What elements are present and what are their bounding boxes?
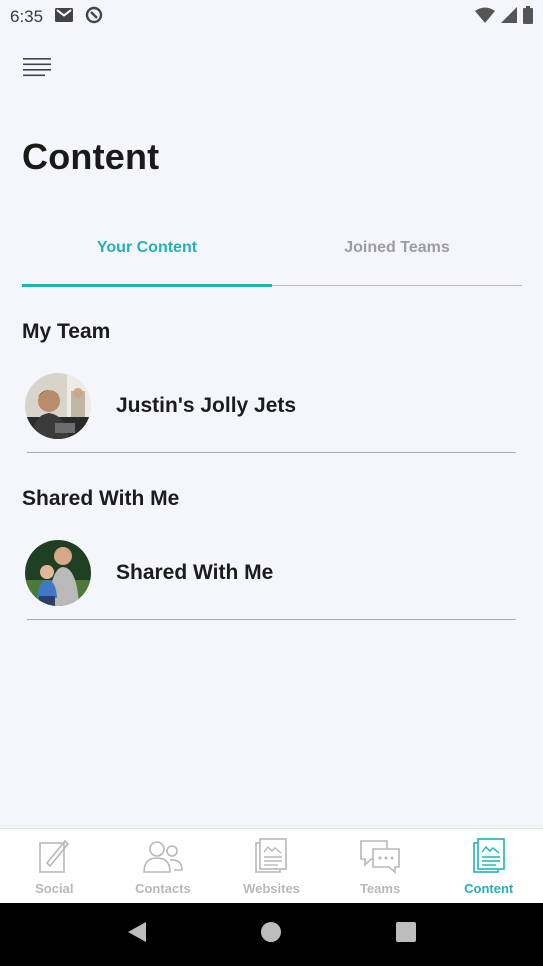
nav-label: Social [35,881,74,896]
nav-item-contacts[interactable]: Contacts [109,829,218,903]
content-tabs: Your Content Joined Teams [22,228,522,287]
page-title: Content [22,136,160,177]
recents-icon [395,921,417,948]
mail-icon [55,7,74,27]
social-icon [37,838,71,879]
back-icon [126,920,148,949]
avatar [25,540,91,606]
websites-icon [254,838,288,879]
home-button[interactable] [251,915,291,955]
menu-icon [23,57,51,82]
nav-item-content[interactable]: Content [434,829,543,903]
list-item-label: Justin's Jolly Jets [116,394,297,417]
nav-item-websites[interactable]: Websites [217,829,326,903]
avatar [25,373,91,439]
section-title-shared: Shared With Me [22,487,180,510]
back-button[interactable] [117,915,157,955]
signal-icon [501,6,517,28]
wifi-icon [475,7,495,28]
bottom-nav: Social Contacts Websites Teams Content [0,828,543,903]
section-title-my-team: My Team [22,320,111,343]
tab-your-content[interactable]: Your Content [22,228,272,285]
nav-item-social[interactable]: Social [0,829,109,903]
menu-button[interactable] [22,56,52,82]
tab-indicator [22,284,272,287]
nav-label: Teams [359,881,401,896]
teams-icon [359,838,401,879]
list-item-team[interactable]: Justin's Jolly Jets [22,364,517,448]
data-saver-icon [85,6,103,29]
tab-label: Your Content [96,239,198,256]
recents-button[interactable] [386,915,426,955]
nav-label: Contacts [135,881,191,896]
status-bar: 6:35 [0,0,543,34]
tab-joined-teams[interactable]: Joined Teams [272,228,522,285]
home-icon [260,921,282,948]
content-icon [472,838,506,879]
divider [27,619,516,620]
nav-label: Content [464,881,514,896]
tab-label: Joined Teams [344,239,450,256]
status-time: 6:35 [10,7,44,26]
nav-label: Websites [243,881,300,896]
list-item-label: Shared With Me [116,561,274,584]
system-nav-bar [0,903,543,966]
list-item-shared[interactable]: Shared With Me [22,531,517,615]
battery-icon [523,5,533,29]
divider [27,452,516,453]
contacts-icon [142,838,184,879]
nav-item-teams[interactable]: Teams [326,829,435,903]
